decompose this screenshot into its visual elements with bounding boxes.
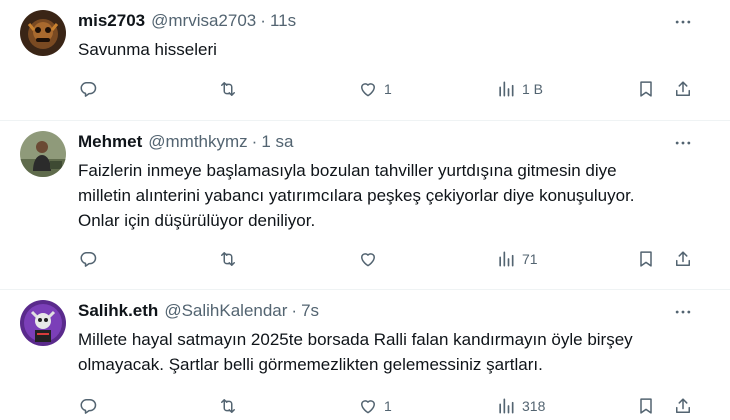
reply-icon bbox=[78, 79, 98, 99]
views-icon bbox=[496, 249, 516, 269]
tweet[interactable]: Mehmet @mmthkymz · 1 sa Faizlerin inmeye… bbox=[0, 121, 730, 289]
bookmark-button[interactable] bbox=[636, 394, 656, 418]
like-button[interactable] bbox=[358, 247, 384, 271]
tweet[interactable]: Salihk.eth @SalihKalendar · 7s Millete h… bbox=[0, 290, 730, 420]
more-dots-icon[interactable] bbox=[672, 132, 694, 154]
reply-button[interactable] bbox=[78, 247, 104, 271]
retweet-icon bbox=[218, 396, 238, 416]
reply-icon bbox=[78, 396, 98, 416]
share-icon bbox=[673, 249, 693, 269]
tweet-header: mis2703 @mrvisa2703 · 11s bbox=[78, 11, 296, 33]
share-button[interactable] bbox=[673, 394, 693, 418]
share-button[interactable] bbox=[673, 247, 693, 271]
timestamp[interactable]: 11s bbox=[270, 11, 296, 31]
retweet-button[interactable] bbox=[218, 394, 244, 418]
separator-dot: · bbox=[260, 11, 266, 30]
more-dots-icon[interactable] bbox=[672, 11, 694, 33]
heart-icon bbox=[358, 79, 378, 99]
heart-icon bbox=[358, 249, 378, 269]
views-count: 318 bbox=[522, 398, 546, 414]
author-handle[interactable]: @mrvisa2703 bbox=[151, 11, 256, 31]
author-name[interactable]: Mehmet bbox=[78, 132, 142, 152]
separator-dot: · bbox=[291, 301, 298, 320]
author-name[interactable]: Salihk.eth bbox=[78, 301, 158, 321]
retweet-button[interactable] bbox=[218, 77, 244, 101]
bookmark-icon bbox=[636, 249, 656, 269]
tweet-text: Millete hayal satmayın 2025te borsada Ra… bbox=[78, 327, 708, 377]
tweet-text-line: Faizlerin inmeye başlamasıyla bozulan ta… bbox=[78, 161, 617, 180]
views-count: 71 bbox=[522, 251, 538, 267]
timestamp[interactable]: 7s bbox=[301, 301, 319, 321]
author-name[interactable]: mis2703 bbox=[78, 11, 145, 31]
tweet-text-line: Onlar için düşürülüyor deniliyor. bbox=[78, 211, 316, 230]
tweet-text-line: Millete hayal satmayın 2025te borsada Ra… bbox=[78, 330, 633, 349]
author-handle[interactable]: @SalihKalendar bbox=[164, 301, 287, 321]
action-bar: 1 318 bbox=[78, 394, 698, 418]
retweet-icon bbox=[218, 249, 238, 269]
views-button[interactable]: 1 B bbox=[496, 77, 543, 101]
tweet-header: Mehmet @mmthkymz · 1 sa bbox=[78, 132, 293, 154]
action-bar: 1 1 B bbox=[78, 77, 698, 101]
avatar[interactable] bbox=[20, 300, 66, 346]
share-icon bbox=[673, 396, 693, 416]
like-button[interactable]: 1 bbox=[358, 394, 392, 418]
views-icon bbox=[496, 79, 516, 99]
retweet-icon bbox=[218, 79, 238, 99]
reply-button[interactable] bbox=[78, 77, 104, 101]
tweet-text-line: olmayacak. Şartlar belli görmemezlikten … bbox=[78, 355, 543, 374]
bookmark-button[interactable] bbox=[636, 247, 656, 271]
like-count: 1 bbox=[384, 81, 392, 97]
bookmark-icon bbox=[636, 79, 656, 99]
like-button[interactable]: 1 bbox=[358, 77, 392, 101]
tweet-text-line: Savunma hisseleri bbox=[78, 40, 217, 59]
bookmark-button[interactable] bbox=[636, 77, 656, 101]
views-button[interactable]: 71 bbox=[496, 247, 538, 271]
views-count: 1 B bbox=[522, 81, 544, 97]
tweet-text-line: milletin alınterini yabancı yatırımcılar… bbox=[78, 186, 635, 205]
timestamp[interactable]: 1 sa bbox=[261, 132, 293, 152]
avatar[interactable] bbox=[20, 131, 66, 177]
more-dots-icon[interactable] bbox=[672, 301, 694, 323]
avatar[interactable] bbox=[20, 10, 66, 56]
share-button[interactable] bbox=[673, 77, 693, 101]
tweet-header: Salihk.eth @SalihKalendar · 7s bbox=[78, 301, 319, 323]
views-icon bbox=[496, 396, 516, 416]
like-count: 1 bbox=[384, 398, 392, 414]
views-button[interactable]: 318 bbox=[496, 394, 545, 418]
tweet[interactable]: mis2703 @mrvisa2703 · 11s Savunma hissel… bbox=[0, 0, 730, 120]
retweet-button[interactable] bbox=[218, 247, 244, 271]
tweet-text: Savunma hisseleri bbox=[78, 37, 708, 62]
share-icon bbox=[673, 79, 693, 99]
author-handle[interactable]: @mmthkymz bbox=[148, 132, 247, 152]
tweet-text: Faizlerin inmeye başlamasıyla bozulan ta… bbox=[78, 158, 708, 233]
action-bar: 71 bbox=[78, 247, 698, 271]
reply-button[interactable] bbox=[78, 394, 104, 418]
heart-icon bbox=[358, 396, 378, 416]
bookmark-icon bbox=[636, 396, 656, 416]
reply-icon bbox=[78, 249, 98, 269]
separator-dot: · bbox=[251, 132, 258, 151]
